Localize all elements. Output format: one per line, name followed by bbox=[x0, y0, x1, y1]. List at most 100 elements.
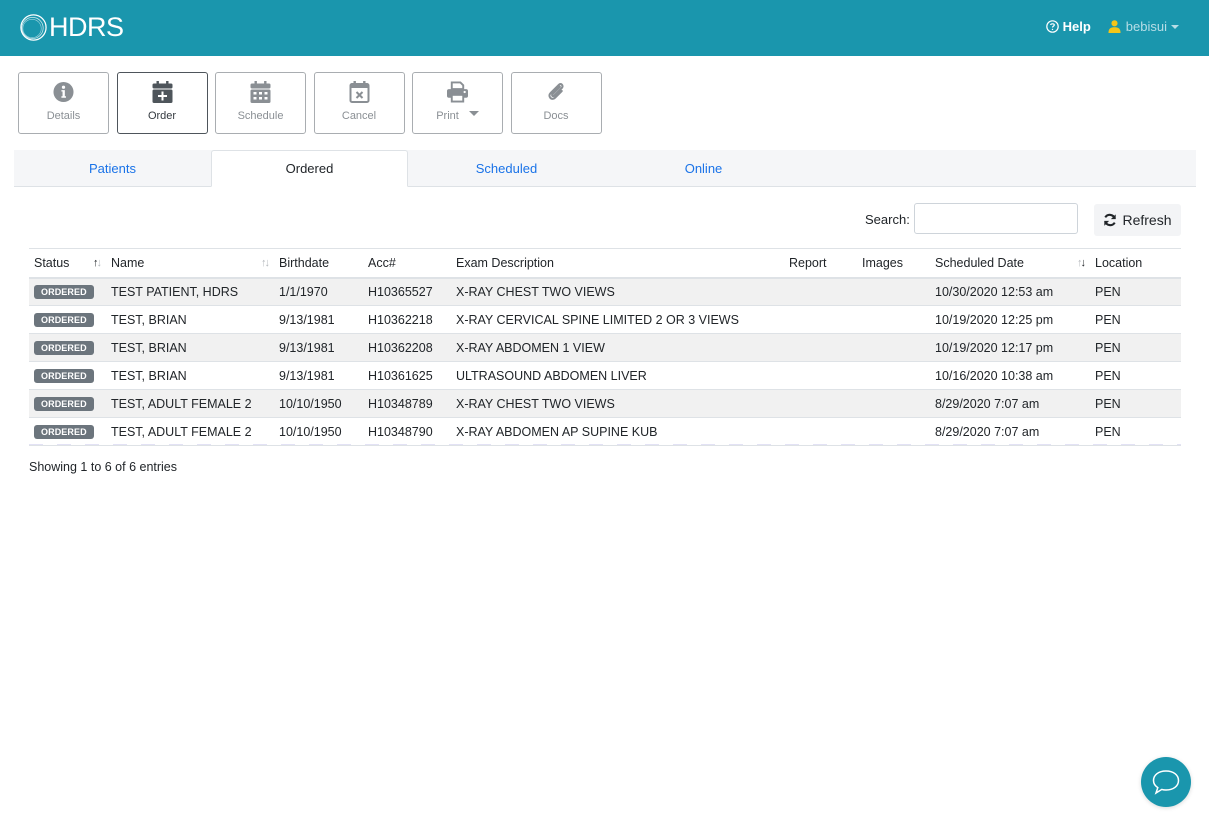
action-toolbar: Details Order Schedule Cancel Print Docs bbox=[18, 72, 609, 134]
print-label: Print bbox=[436, 110, 479, 122]
status-badge: ORDERED bbox=[34, 397, 94, 411]
name-cell: TEST, ADULT FEMALE 2 bbox=[111, 424, 252, 439]
exam-description-cell: X-RAY CHEST TWO VIEWS bbox=[456, 284, 615, 299]
name-cell: TEST PATIENT, HDRS bbox=[111, 284, 239, 299]
print-button[interactable]: Print bbox=[412, 72, 503, 134]
column-header-status[interactable]: Status ↑↓ bbox=[29, 249, 106, 278]
refresh-icon bbox=[1104, 213, 1117, 227]
sort-desc-icon: ↑↓ bbox=[1077, 257, 1086, 269]
search-input[interactable] bbox=[914, 203, 1078, 234]
birthdate-cell: 9/13/1981 bbox=[279, 312, 335, 327]
sort-icon: ↑↓ bbox=[261, 257, 270, 269]
column-header-location[interactable]: Location bbox=[1090, 249, 1181, 278]
help-link[interactable]: Help bbox=[1045, 19, 1091, 34]
hdrs-logo[interactable]: HDRS bbox=[19, 13, 124, 42]
location-cell: PEN bbox=[1095, 312, 1121, 327]
docs-button[interactable]: Docs bbox=[510, 72, 602, 134]
order-button[interactable]: Order bbox=[116, 72, 208, 134]
paperclip-icon bbox=[546, 81, 567, 103]
chat-widget-button[interactable] bbox=[1141, 757, 1191, 807]
refresh-button[interactable]: Refresh bbox=[1094, 204, 1181, 236]
status-badge: ORDERED bbox=[34, 369, 94, 383]
print-label-text: Print bbox=[436, 110, 459, 122]
tab-patients[interactable]: Patients bbox=[14, 150, 211, 187]
images-cell bbox=[857, 334, 930, 362]
birthdate-cell: 9/13/1981 bbox=[279, 340, 335, 355]
docs-label: Docs bbox=[543, 110, 569, 122]
exam-description-cell: X-RAY ABDOMEN 1 VIEW bbox=[456, 340, 605, 355]
status-badge: ORDERED bbox=[34, 313, 94, 327]
exam-description-cell: ULTRASOUND ABDOMEN LIVER bbox=[456, 368, 647, 383]
images-cell bbox=[857, 418, 930, 446]
birthdate-cell: 10/10/1950 bbox=[279, 424, 342, 439]
location-cell: PEN bbox=[1095, 396, 1121, 411]
images-cell bbox=[857, 362, 930, 390]
table-row[interactable]: ORDERED TEST, ADULT FEMALE 2 10/10/1950 H10… bbox=[29, 418, 1181, 446]
table-row[interactable]: ORDERED TEST, BRIAN 9/13/1981 H10362208 X-RA… bbox=[29, 333, 1181, 362]
refresh-label: Refresh bbox=[1122, 212, 1172, 228]
tab-ordered[interactable]: Ordered bbox=[211, 150, 408, 187]
acc-cell: H10362208 bbox=[368, 340, 433, 355]
exam-description-cell: X-RAY ABDOMEN AP SUPINE KUB bbox=[456, 424, 658, 439]
report-cell bbox=[784, 390, 857, 418]
cancel-label: Cancel bbox=[341, 110, 377, 122]
table-header-row: Status ↑↓ Name ↑↓ Birthdate Acc# Exam Desc… bbox=[29, 248, 1181, 278]
calendar-grid-icon bbox=[250, 81, 271, 103]
calendar-plus-icon bbox=[152, 81, 173, 103]
tab-scheduled[interactable]: Scheduled bbox=[408, 150, 605, 187]
status-badge: ORDERED bbox=[34, 285, 94, 300]
tab-online[interactable]: Online bbox=[605, 150, 802, 187]
status-cell: ORDERED bbox=[29, 390, 106, 418]
info-circle-icon bbox=[53, 81, 74, 103]
table-row[interactable]: ORDERED TEST, ADULT FEMALE 2 10/10/1950 H10… bbox=[29, 389, 1181, 418]
calendar-x-icon bbox=[349, 81, 370, 103]
schedule-button[interactable]: Schedule bbox=[215, 72, 306, 134]
table-info-text: Showing 1 to 6 of 6 entries bbox=[29, 460, 178, 474]
logo-rings-icon bbox=[20, 14, 47, 41]
name-cell: TEST, BRIAN bbox=[111, 312, 187, 327]
table-row[interactable]: ORDERED TEST, BRIAN 9/13/1981 H10362218 X-RA… bbox=[29, 306, 1181, 334]
location-cell: PEN bbox=[1095, 284, 1121, 299]
column-header-report[interactable]: Report bbox=[784, 249, 857, 278]
column-header-exam-description[interactable]: Exam Description bbox=[451, 249, 784, 278]
brand-name: HDRS bbox=[49, 12, 124, 42]
top-navbar: HDRS Help bebisui bbox=[0, 0, 1209, 56]
images-cell bbox=[857, 390, 930, 418]
report-cell bbox=[784, 418, 857, 446]
table-row[interactable]: ORDERED TEST, BRIAN 9/13/1981 H10361625 ULTR… bbox=[29, 362, 1181, 390]
images-cell bbox=[857, 278, 930, 306]
user-menu-dropdown[interactable]: bebisui bbox=[1108, 19, 1179, 34]
status-cell: ORDERED bbox=[29, 418, 106, 446]
table-bottom-dashed-border bbox=[29, 444, 1181, 445]
details-button[interactable]: Details bbox=[18, 72, 109, 134]
schedule-label: Schedule bbox=[237, 110, 284, 122]
acc-cell: H10348790 bbox=[368, 424, 433, 439]
exam-description-cell: X-RAY CERVICAL SPINE LIMITED 2 OR 3 VIEW… bbox=[456, 312, 739, 327]
birthdate-cell: 1/1/1970 bbox=[279, 284, 328, 299]
column-header-images[interactable]: Images bbox=[857, 249, 930, 278]
username-label: bebisui bbox=[1125, 19, 1167, 34]
column-header-name[interactable]: Name ↑↓ bbox=[106, 249, 274, 278]
name-cell: TEST, BRIAN bbox=[111, 368, 187, 383]
status-cell: ORDERED bbox=[29, 278, 106, 306]
scheduled-date-cell: 10/16/2020 10:38 am bbox=[935, 368, 1054, 383]
acc-cell: H10361625 bbox=[368, 368, 433, 383]
acc-cell: H10362218 bbox=[368, 312, 433, 327]
column-header-scheduled-date[interactable]: Scheduled Date ↑↓ bbox=[930, 249, 1090, 278]
status-cell: ORDERED bbox=[29, 362, 106, 390]
details-label: Details bbox=[46, 110, 81, 122]
column-header-birthdate[interactable]: Birthdate bbox=[274, 249, 363, 278]
status-badge: ORDERED bbox=[34, 341, 94, 355]
printer-icon bbox=[447, 81, 468, 103]
column-label: Status bbox=[34, 255, 70, 270]
order-label: Order bbox=[147, 110, 177, 122]
column-header-acc[interactable]: Acc# bbox=[363, 249, 451, 278]
table-row[interactable]: ORDERED TEST PATIENT, HDRS 1/1/1970 H103655… bbox=[29, 277, 1181, 306]
location-cell: PEN bbox=[1095, 340, 1121, 355]
sort-asc-icon: ↑↓ bbox=[93, 257, 102, 269]
column-label: Name bbox=[111, 255, 145, 270]
worklist-tabs: Patients Ordered Scheduled Online bbox=[14, 150, 1196, 187]
orders-table: Status ↑↓ Name ↑↓ Birthdate Acc# Exam Desc… bbox=[29, 248, 1181, 446]
help-label: Help bbox=[1062, 19, 1091, 34]
cancel-button[interactable]: Cancel bbox=[313, 72, 405, 134]
